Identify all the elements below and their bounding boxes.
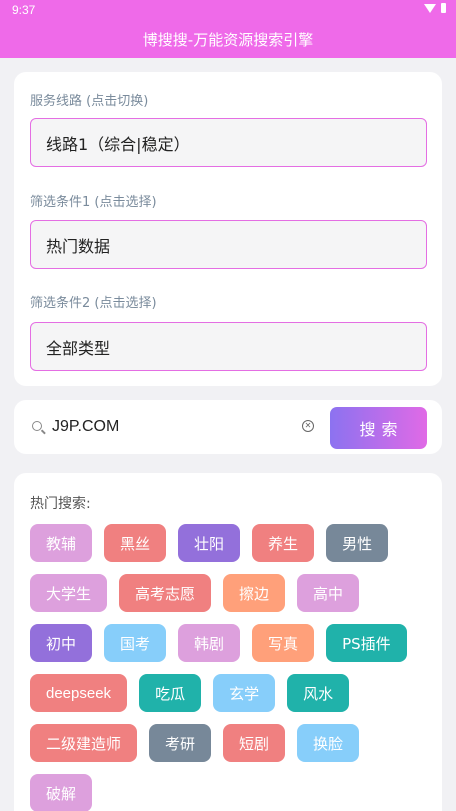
clear-circle-icon[interactable]: ✕	[302, 420, 314, 432]
hot-tag[interactable]: 高中	[297, 574, 360, 612]
filter2-select[interactable]: 全部类型	[30, 322, 427, 371]
hot-tag[interactable]: 韩剧	[178, 624, 241, 662]
hot-tag[interactable]: 短剧	[223, 724, 286, 762]
hot-tag[interactable]: 养生	[252, 524, 315, 562]
hot-tag[interactable]: 写真	[252, 624, 315, 662]
filter-settings-card: 服务线路 (点击切换) 线路1（综合|稳定） 筛选条件1 (点击选择) 热门数据…	[14, 72, 442, 386]
route-select[interactable]: 线路1（综合|稳定）	[30, 118, 427, 167]
filter1-label: 筛选条件1 (点击选择)	[30, 195, 157, 210]
hot-tag[interactable]: 初中	[30, 624, 93, 662]
hot-tag[interactable]: 风水	[287, 674, 350, 712]
app-header: 博搜搜-万能资源搜索引擎	[0, 20, 456, 58]
hot-tag[interactable]: 大学生	[30, 574, 108, 612]
status-icons	[424, 3, 446, 13]
hot-tag[interactable]: 考研	[149, 724, 212, 762]
hot-tag[interactable]: PS插件	[326, 624, 407, 662]
hot-tag[interactable]: 擦边	[223, 574, 286, 612]
hot-tag[interactable]: 教辅	[30, 524, 93, 562]
hot-tag[interactable]: 男性	[326, 524, 389, 562]
search-bar: ✕ 搜索	[14, 400, 442, 454]
hot-tag[interactable]: 高考志愿	[119, 574, 212, 612]
hot-tag[interactable]: 壮阳	[178, 524, 241, 562]
hot-tag-list: 教辅 黑丝 壮阳 养生 男性 大学生 高考志愿 擦边 高中 初中 国考 韩剧 写…	[30, 524, 430, 811]
hot-tag[interactable]: 二级建造师	[30, 724, 138, 762]
status-bar: 9:37	[0, 0, 456, 20]
page-title: 博搜搜-万能资源搜索引擎	[142, 30, 314, 49]
search-icon	[32, 421, 42, 431]
hot-search-card: 热门搜索: 教辅 黑丝 壮阳 养生 男性 大学生 高考志愿 擦边 高中 初中 国…	[14, 473, 442, 811]
hot-tag[interactable]: deepseek	[30, 674, 128, 712]
battery-icon	[441, 3, 446, 13]
status-time: 9:37	[12, 3, 36, 17]
route-label: 服务线路 (点击切换)	[30, 94, 149, 109]
search-input[interactable]	[52, 414, 302, 440]
wifi-icon	[424, 3, 436, 13]
hot-tag[interactable]: 玄学	[213, 674, 276, 712]
hot-tag[interactable]: 国考	[104, 624, 167, 662]
filter2-label: 筛选条件2 (点击选择)	[30, 296, 157, 311]
hot-tag[interactable]: 吃瓜	[139, 674, 202, 712]
hot-tag[interactable]: 换脸	[297, 724, 360, 762]
filter1-select[interactable]: 热门数据	[30, 220, 427, 269]
hot-tag[interactable]: 破解	[30, 774, 93, 811]
hot-tag[interactable]: 黑丝	[104, 524, 167, 562]
search-button[interactable]: 搜索	[330, 407, 427, 449]
hot-search-title: 热门搜索:	[30, 496, 91, 512]
